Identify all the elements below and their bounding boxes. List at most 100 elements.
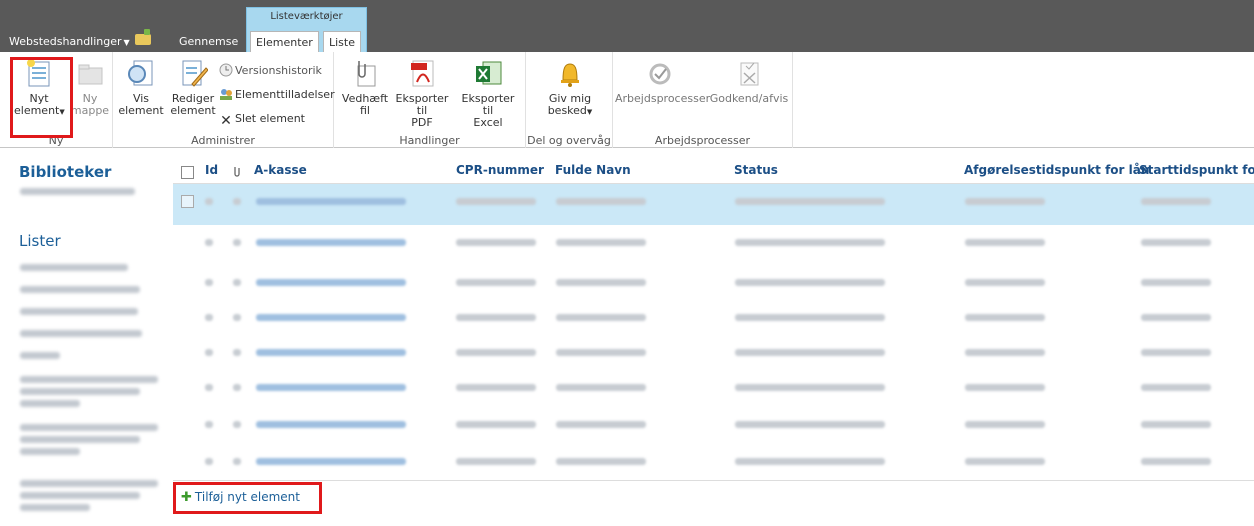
- redacted-cell: [1141, 384, 1211, 391]
- redacted-cell: [205, 349, 213, 356]
- nav-link-blurred: [20, 388, 140, 395]
- redacted-cell: [735, 314, 885, 321]
- column-header-name[interactable]: Fulde Navn: [555, 163, 631, 177]
- column-header-status[interactable]: Status: [734, 163, 778, 177]
- permissions-icon: [219, 87, 233, 101]
- column-header-decision-time[interactable]: Afgørelsestidspunkt for lån: [964, 163, 1149, 177]
- redacted-cell: [965, 314, 1045, 321]
- redacted-cell: [735, 349, 885, 356]
- table-row[interactable]: [173, 265, 1254, 300]
- tab-list[interactable]: Liste: [323, 31, 361, 53]
- item-permissions-label: Elementtilladelser: [235, 88, 335, 101]
- bell-icon: [555, 58, 585, 88]
- item-permissions-button[interactable]: Elementtilladelser: [219, 87, 335, 102]
- nav-link-blurred[interactable]: [20, 424, 158, 431]
- context-group-title: Listeværktøjer: [270, 11, 343, 22]
- redacted-cell: [556, 421, 646, 428]
- redacted-cell: [205, 198, 213, 205]
- edit-item-button[interactable]: Rediger element: [169, 58, 217, 117]
- redacted-cell: [205, 384, 213, 391]
- redacted-cell: [205, 239, 213, 246]
- add-new-item-link[interactable]: ✚ Tilføj nyt element: [181, 490, 300, 505]
- row-checkbox[interactable]: [181, 195, 194, 208]
- redacted-cell: [556, 458, 646, 465]
- table-row[interactable]: [173, 184, 1254, 225]
- table-row[interactable]: [173, 335, 1254, 370]
- group-share: Giv mig besked▼ Del og overvåg: [526, 52, 613, 148]
- redacted-cell: [233, 458, 241, 465]
- nav-link-blurred[interactable]: [20, 286, 140, 293]
- column-header-start-time[interactable]: Starttidspunkt for u: [1139, 163, 1254, 177]
- caret-down-icon: ▼: [59, 108, 65, 116]
- group-label-workflows: Arbejdsprocesser: [654, 134, 751, 147]
- redacted-cell: [256, 421, 406, 428]
- redacted-cell: [735, 384, 885, 391]
- nav-link-blurred[interactable]: [20, 308, 138, 315]
- redacted-cell: [556, 198, 646, 205]
- top-bar: Listeværktøjer Webstedshandlinger ▼ Genne…: [0, 0, 1254, 53]
- table-row[interactable]: [173, 225, 1254, 265]
- approve-reject-button[interactable]: Godkend/afvis: [709, 58, 789, 105]
- export-excel-button[interactable]: Eksporter til Excel: [456, 58, 520, 129]
- select-all-checkbox[interactable]: [181, 166, 194, 179]
- new-folder-button[interactable]: Ny mappe: [70, 58, 110, 117]
- redacted-cell: [256, 384, 406, 391]
- redacted-cell: [456, 279, 536, 286]
- attach-icon: [350, 58, 380, 88]
- redacted-cell: [556, 349, 646, 356]
- column-header-id[interactable]: Id: [205, 163, 218, 177]
- nav-header-lists[interactable]: Lister: [19, 232, 61, 250]
- redacted-cell: [256, 314, 406, 321]
- redacted-cell: [556, 279, 646, 286]
- tab-browse[interactable]: Gennemse: [174, 31, 243, 52]
- table-row[interactable]: [173, 300, 1254, 335]
- nav-link-blurred[interactable]: [20, 330, 142, 337]
- version-history-button[interactable]: Versionshistorik: [219, 63, 322, 78]
- plus-icon: ✚: [181, 490, 192, 505]
- redacted-cell: [456, 458, 536, 465]
- redacted-cell: [735, 458, 885, 465]
- nav-link-blurred[interactable]: [20, 188, 135, 195]
- nav-link-blurred: [20, 400, 80, 407]
- export-pdf-button[interactable]: Eksporter til PDF: [390, 58, 454, 129]
- delete-item-button[interactable]: ✕ Slet element: [219, 112, 305, 128]
- redacted-cell: [256, 349, 406, 356]
- alert-me-label-2: besked: [547, 104, 587, 117]
- alert-me-button[interactable]: Giv mig besked▼: [540, 58, 600, 118]
- workflows-button[interactable]: Arbejdsprocesser: [615, 58, 710, 105]
- tab-items[interactable]: Elementer: [250, 31, 319, 53]
- redacted-cell: [233, 384, 241, 391]
- view-item-button[interactable]: Vis element: [117, 58, 165, 117]
- new-item-button[interactable]: Nyt element▼: [14, 58, 65, 118]
- nav-link-blurred[interactable]: [20, 376, 158, 383]
- site-actions-menu[interactable]: Webstedshandlinger ▼: [9, 35, 130, 48]
- redacted-cell: [965, 198, 1045, 205]
- nav-link-blurred[interactable]: [20, 264, 128, 271]
- group-label-share: Del og overvåg: [527, 134, 611, 147]
- table-row[interactable]: [173, 444, 1254, 481]
- navigate-up-icon[interactable]: [135, 29, 151, 45]
- redacted-cell: [233, 239, 241, 246]
- nav-link-blurred[interactable]: [20, 352, 60, 359]
- redacted-cell: [205, 421, 213, 428]
- table-row[interactable]: [173, 407, 1254, 444]
- nav-link-blurred[interactable]: [20, 480, 158, 487]
- table-row[interactable]: [173, 370, 1254, 407]
- column-header-a-kasse[interactable]: A-kasse: [254, 163, 307, 177]
- site-actions-label: Webstedshandlinger: [9, 35, 122, 48]
- redacted-cell: [965, 239, 1045, 246]
- export-pdf-label-1: Eksporter til: [395, 92, 449, 117]
- attach-file-label-2: fil: [360, 104, 370, 117]
- delete-item-label: Slet element: [235, 112, 305, 125]
- new-folder-icon: [75, 58, 105, 88]
- nav-header-libraries[interactable]: Biblioteker: [19, 163, 111, 181]
- redacted-cell: [456, 349, 536, 356]
- redacted-cell: [735, 421, 885, 428]
- redacted-cell: [256, 458, 406, 465]
- attach-file-button[interactable]: Vedhæft fil: [340, 58, 390, 117]
- redacted-cell: [1141, 458, 1211, 465]
- caret-down-icon: ▼: [123, 38, 130, 47]
- redacted-cell: [1141, 421, 1211, 428]
- column-header-cpr[interactable]: CPR-nummer: [456, 163, 544, 177]
- redacted-cell: [965, 458, 1045, 465]
